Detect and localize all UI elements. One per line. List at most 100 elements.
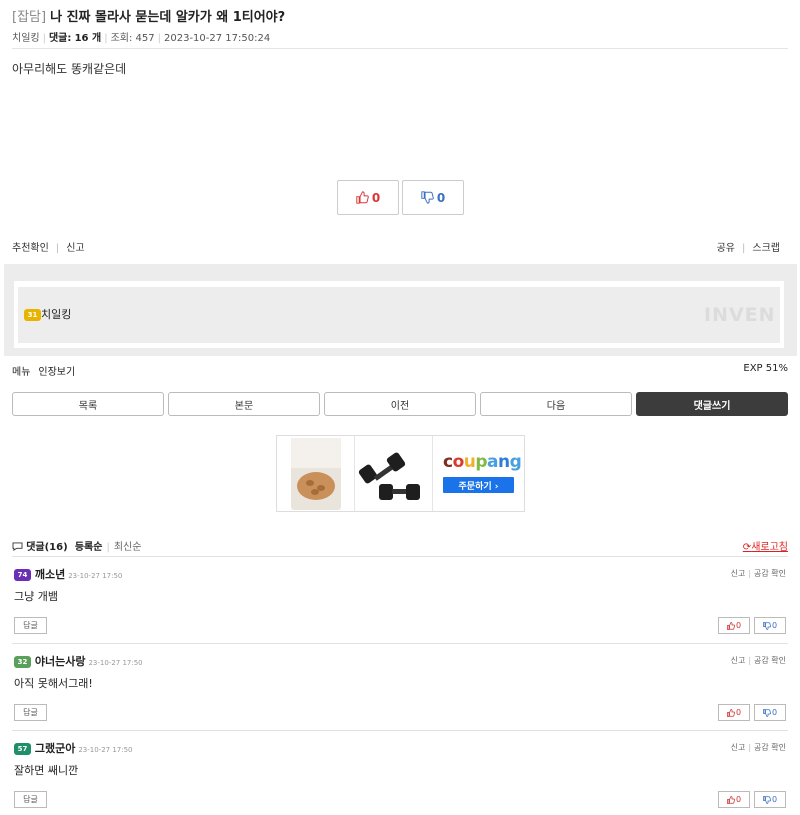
report-link[interactable]: 신고 bbox=[66, 243, 84, 254]
comment-bubble-icon bbox=[12, 542, 26, 553]
profile-nickname: 치일킹 bbox=[41, 308, 72, 321]
comment-text: 잘하면 쌔니깐 bbox=[14, 764, 79, 777]
reply-button[interactable]: 답글 bbox=[14, 617, 47, 634]
profile-inventory-link[interactable]: 인장보기 bbox=[38, 367, 75, 378]
coupang-ad[interactable]: coupang 주문하기 › bbox=[276, 435, 525, 512]
comment-author[interactable]: 57 그랬군아 23-10-27 17:50 bbox=[14, 740, 133, 756]
scrap-link[interactable]: 스크랩 bbox=[752, 243, 780, 254]
downvote-button[interactable]: 0 bbox=[402, 180, 464, 215]
comment-empathy-link[interactable]: 공감 확인 bbox=[754, 656, 786, 665]
post-title: [잡담] 나 진짜 몰라사 묻는데 알카가 왜 1티어야? bbox=[12, 6, 285, 25]
level-badge-icon: 32 bbox=[14, 656, 31, 668]
comment-downvote-button[interactable]: 0 bbox=[754, 617, 786, 634]
comment-downvote-count: 0 bbox=[771, 708, 778, 717]
refresh-icon: ⟳ bbox=[742, 542, 752, 553]
comments-count: (16) bbox=[44, 542, 68, 553]
views-label: 조회: bbox=[110, 33, 133, 44]
content-button[interactable]: 본문 bbox=[168, 392, 320, 416]
post-title-text: 나 진짜 몰라사 묻는데 알카가 왜 1티어야? bbox=[50, 10, 286, 25]
comment-upvote-button[interactable]: 0 bbox=[718, 791, 750, 808]
post-body: 아무리해도 똥캐같은데 bbox=[12, 62, 127, 76]
reply-button[interactable]: 답글 bbox=[14, 704, 47, 721]
write-comment-button[interactable]: 댓글쓰기 bbox=[636, 392, 788, 416]
post-datetime: 2023-10-27 17:50:24 bbox=[164, 33, 271, 44]
comment-tools: 신고 | 공감 확인 bbox=[730, 569, 786, 578]
views-count: 457 bbox=[135, 33, 155, 44]
comment-divider bbox=[12, 730, 788, 731]
comment-date: 23-10-27 17:50 bbox=[78, 746, 133, 754]
profile-user[interactable]: 31 치일킹 bbox=[24, 306, 71, 322]
thumbs-down-icon bbox=[421, 191, 434, 204]
comment-downvote-count: 0 bbox=[771, 795, 778, 804]
thumbs-up-icon bbox=[356, 191, 369, 204]
sort-latest[interactable]: 최신순 bbox=[114, 542, 142, 553]
divider bbox=[12, 48, 788, 49]
comment-nick: 깨소년 bbox=[34, 568, 66, 581]
comment-upvote-button[interactable]: 0 bbox=[718, 617, 750, 634]
comment-empathy-link[interactable]: 공감 확인 bbox=[754, 743, 786, 752]
thumbs-down-icon bbox=[763, 621, 771, 630]
profile-exp: EXP 51% bbox=[743, 363, 788, 374]
inven-watermark: INVEN bbox=[704, 304, 776, 326]
share-link[interactable]: 공유 bbox=[717, 243, 735, 254]
thumbs-up-icon bbox=[727, 795, 735, 804]
ad-order-button[interactable]: 주문하기 › bbox=[443, 477, 514, 493]
prev-button[interactable]: 이전 bbox=[324, 392, 476, 416]
profile-menu: 메뉴 인장보기 bbox=[12, 363, 75, 378]
comment-downvote-button[interactable]: 0 bbox=[754, 791, 786, 808]
comment-text: 아직 못해서그래! bbox=[14, 677, 93, 690]
comment-date: 23-10-27 17:50 bbox=[68, 572, 123, 580]
comment-report-link[interactable]: 신고 bbox=[731, 569, 746, 578]
comment-nick: 야너는사랑 bbox=[34, 655, 86, 668]
refresh-label: 새로고침 bbox=[751, 542, 788, 553]
comment-nick: 그랬군아 bbox=[34, 742, 76, 755]
list-button[interactable]: 목록 bbox=[12, 392, 164, 416]
comment-author[interactable]: 74 깨소년 23-10-27 17:50 bbox=[14, 566, 122, 582]
thumbs-up-icon bbox=[727, 708, 735, 717]
level-badge-icon: 74 bbox=[14, 569, 31, 581]
post-meta: 치일킹 | 댓글: 16 개 | 조회: 457 | 2023-10-27 17:50:24 bbox=[12, 33, 271, 44]
coupang-logo: coupang bbox=[443, 452, 522, 472]
banner-chevron bbox=[668, 287, 696, 343]
comment-report-link[interactable]: 신고 bbox=[731, 656, 746, 665]
thumbs-down-icon bbox=[763, 708, 771, 717]
thumbs-down-icon bbox=[763, 795, 771, 804]
comment-upvote-count: 0 bbox=[735, 708, 742, 717]
profile-menu-link[interactable]: 메뉴 bbox=[12, 367, 30, 378]
post-utility-left: 추천확인 | 신고 bbox=[12, 243, 85, 254]
comment-empathy-link[interactable]: 공감 확인 bbox=[754, 569, 786, 578]
comment-tools: 신고 | 공감 확인 bbox=[730, 743, 786, 752]
comment-upvote-count: 0 bbox=[735, 795, 742, 804]
dumbbell-product-image[interactable] bbox=[355, 436, 432, 511]
comment-text: 그냥 개뱀 bbox=[14, 590, 58, 603]
comment-downvote-button[interactable]: 0 bbox=[754, 704, 786, 721]
recommend-check-link[interactable]: 추천확인 bbox=[12, 243, 49, 254]
downvote-count: 0 bbox=[436, 190, 446, 205]
upvote-button[interactable]: 0 bbox=[337, 180, 399, 215]
next-button[interactable]: 다음 bbox=[480, 392, 632, 416]
profile-banner bbox=[18, 287, 780, 343]
post-category: [잡담] bbox=[12, 10, 47, 25]
comment-date: 23-10-27 17:50 bbox=[88, 659, 143, 667]
comment-author[interactable]: 32 야너는사랑 23-10-27 17:50 bbox=[14, 653, 143, 669]
reply-button[interactable]: 답글 bbox=[14, 791, 47, 808]
comment-upvote-count: 0 bbox=[735, 621, 742, 630]
ad-divider bbox=[432, 436, 433, 511]
post-utility-right: 공유 | 스크랩 bbox=[716, 243, 780, 254]
comment-upvote-button[interactable]: 0 bbox=[718, 704, 750, 721]
level-badge-icon: 57 bbox=[14, 743, 31, 755]
comment-report-link[interactable]: 신고 bbox=[731, 743, 746, 752]
refresh-link[interactable]: ⟳새로고침 bbox=[743, 538, 788, 553]
comment-tools: 신고 | 공감 확인 bbox=[730, 656, 786, 665]
comment-count: 16 개 bbox=[74, 33, 102, 44]
upvote-count: 0 bbox=[371, 190, 381, 205]
thumbs-up-icon bbox=[727, 621, 735, 630]
comment-divider bbox=[12, 556, 788, 557]
almond-product-image[interactable] bbox=[277, 436, 354, 511]
comment-count-label: 댓글: bbox=[48, 33, 72, 44]
sort-registered[interactable]: 등록순 bbox=[75, 542, 103, 553]
comment-downvote-count: 0 bbox=[771, 621, 778, 630]
comments-header: 댓글(16) 등록순 | 최신순 bbox=[12, 538, 141, 553]
comment-divider bbox=[12, 643, 788, 644]
post-author[interactable]: 치일킹 bbox=[12, 33, 40, 44]
